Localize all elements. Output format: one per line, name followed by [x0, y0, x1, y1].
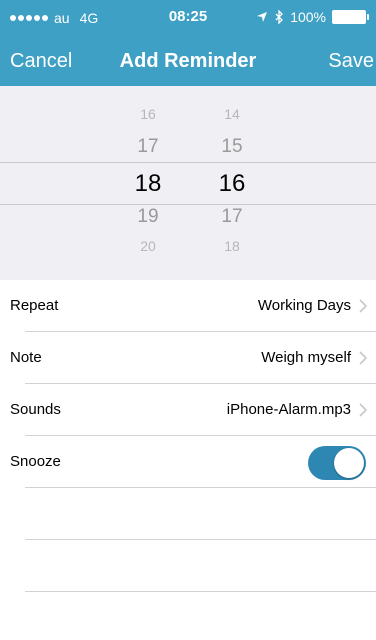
- nav-bar: Cancel Add Reminder Save: [0, 36, 376, 86]
- snooze-row: Snooze: [0, 436, 376, 488]
- repeat-row[interactable]: Repeat Working Days: [0, 280, 376, 332]
- chevron-right-icon: [359, 403, 368, 417]
- repeat-value: Working Days: [257, 297, 351, 314]
- minute-option[interactable]: 14: [202, 106, 262, 122]
- sounds-row[interactable]: Sounds iPhone-Alarm.mp3: [0, 384, 376, 436]
- note-row[interactable]: Note Weigh myself: [0, 332, 376, 384]
- header: au 4G 08:25 100% Cancel Add Reminder Sav…: [0, 0, 376, 86]
- toggle-knob: [334, 448, 364, 478]
- empty-row: [0, 540, 376, 592]
- page-title: Add Reminder: [119, 50, 257, 72]
- note-value: Weigh myself: [261, 349, 351, 366]
- hour-option[interactable]: 20: [118, 238, 178, 254]
- status-right: 100%: [256, 9, 369, 25]
- snooze-toggle[interactable]: [308, 446, 366, 480]
- status-bar: au 4G 08:25 100%: [0, 0, 376, 36]
- hour-picker-column[interactable]: 16 17 18 19 20: [118, 86, 178, 280]
- hour-option[interactable]: 17: [118, 136, 178, 158]
- battery-icon: [332, 10, 369, 24]
- battery-percent: 100%: [290, 9, 326, 25]
- minute-option[interactable]: 18: [202, 238, 262, 254]
- note-label: Note: [10, 349, 42, 366]
- sounds-value: iPhone-Alarm.mp3: [226, 401, 351, 418]
- snooze-label: Snooze: [10, 453, 61, 470]
- divider: [25, 591, 376, 592]
- hour-option-selected[interactable]: 18: [118, 170, 178, 198]
- sounds-label: Sounds: [10, 401, 61, 418]
- minute-picker-column[interactable]: 14 15 16 17 18: [202, 86, 262, 280]
- minute-option[interactable]: 17: [202, 206, 262, 228]
- empty-row: [0, 488, 376, 540]
- hour-option[interactable]: 16: [118, 106, 178, 122]
- save-button[interactable]: Save: [328, 50, 374, 73]
- settings-list: Repeat Working Days Note Weigh myself So…: [0, 280, 376, 592]
- picker-selection-top-line: [0, 162, 376, 163]
- hour-option[interactable]: 19: [118, 206, 178, 228]
- minute-option-selected[interactable]: 16: [202, 170, 262, 198]
- chevron-right-icon: [359, 351, 368, 365]
- picker-selection-bottom-line: [0, 204, 376, 205]
- chevron-right-icon: [359, 299, 368, 313]
- location-arrow-icon: [257, 12, 268, 22]
- bluetooth-icon: [275, 10, 284, 24]
- minute-option[interactable]: 15: [202, 136, 262, 158]
- repeat-label: Repeat: [10, 297, 59, 314]
- time-picker[interactable]: 16 17 18 19 20 14 15 16 17 18: [0, 86, 376, 280]
